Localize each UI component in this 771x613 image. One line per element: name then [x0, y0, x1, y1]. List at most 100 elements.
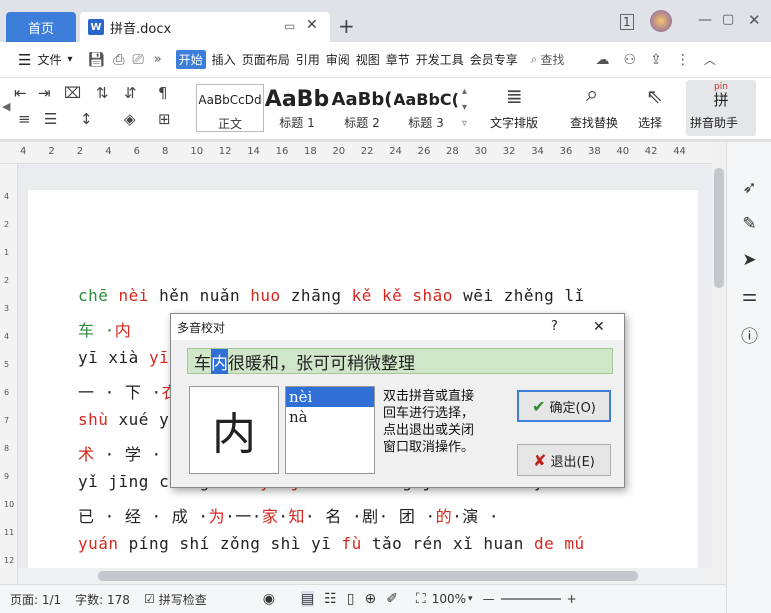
select-cursor-icon[interactable]: ⇖ [646, 84, 663, 108]
document-line[interactable]: 术 · 学 · [78, 441, 162, 465]
exit-button[interactable]: ✘ 退出(E) [517, 444, 611, 476]
menu-home[interactable]: 开始 [175, 50, 206, 69]
more-options-icon[interactable]: ⋮ [676, 52, 690, 68]
cursor-icon[interactable]: ➤ [727, 250, 771, 270]
menu-member[interactable]: 会员专享 [470, 51, 518, 68]
pen-mode-icon[interactable]: ✐ [386, 591, 398, 607]
hamburger-icon[interactable]: ☰ [18, 51, 31, 69]
search-menu[interactable]: 查找 [541, 51, 565, 68]
tab-home[interactable]: 首页 [6, 12, 76, 42]
confirm-button[interactable]: ✔ 确定(O) [517, 390, 611, 422]
menu-insert[interactable]: 插入 [212, 51, 236, 68]
pinyin-options-list[interactable]: nèi nà [285, 386, 375, 474]
document-line[interactable]: yuán píng shí zǒng shì yī fù tǎo rén xǐ … [78, 534, 585, 553]
menu-section[interactable]: 章节 [386, 51, 410, 68]
pinyin-helper-button[interactable]: pin 拼 拼音助手 [686, 80, 756, 136]
sort-icon[interactable]: ⇵ [124, 84, 137, 102]
rocket-icon[interactable]: ➶ [727, 178, 771, 198]
styles-up-icon[interactable]: ▴ [462, 86, 467, 97]
tab-document[interactable]: W 拼音.docx ▭ ✕ [80, 12, 330, 42]
print-icon[interactable]: ⎚ [132, 52, 143, 68]
sliders-icon[interactable]: ⚌ [727, 286, 771, 306]
indent-icon[interactable]: ⇤ [14, 84, 27, 102]
show-marks-icon[interactable]: ¶ [158, 84, 168, 102]
reading-view-icon[interactable]: ▯ [347, 591, 355, 607]
maximize-icon[interactable]: ▢ [722, 12, 734, 27]
horizontal-ruler[interactable]: 4 2 2 4 6 8 10 12 14 16 18 20 22 24 26 28 30 32 34 36 38 40 42… [0, 142, 712, 164]
styles-expand-icon[interactable]: ▿ [462, 118, 467, 129]
zoom-slider[interactable] [500, 598, 561, 600]
align-left-icon[interactable]: ≡ [18, 110, 31, 128]
vertical-scrollbar[interactable] [712, 142, 726, 584]
share-user-icon[interactable]: ⚇ [624, 52, 637, 68]
justify-icon[interactable]: ☰ [44, 110, 57, 128]
document-line[interactable]: shù xué y [78, 410, 169, 429]
document-line[interactable]: 已 · 经 · 成 ·为·一·家·知· 名 ·剧· 团 ·的·演 · [78, 503, 499, 527]
horizontal-scrollbar[interactable] [18, 568, 712, 584]
zoom-level[interactable]: 100% [432, 592, 466, 606]
page-indicator[interactable]: 页面: 1/1 [10, 591, 61, 608]
menu-references[interactable]: 引用 [296, 51, 320, 68]
avatar[interactable] [650, 10, 672, 32]
find-replace-button[interactable]: 查找替换 [570, 114, 618, 131]
share-icon[interactable]: ⇪ [650, 52, 662, 68]
outline-view-icon[interactable]: ☷ [324, 591, 337, 607]
fit-page-icon[interactable]: ⛶ [416, 591, 426, 607]
window-layout-icon[interactable]: 1 [620, 14, 634, 30]
outdent-icon[interactable]: ⇥ [38, 84, 51, 102]
chevron-down-icon[interactable]: ▾ [67, 54, 72, 65]
shading-icon[interactable]: ◈ [124, 110, 136, 128]
zoom-dropdown-icon[interactable]: ▾ [468, 594, 473, 604]
more-chevron-icon[interactable]: » [154, 52, 162, 67]
styles-down-icon[interactable]: ▾ [462, 102, 467, 113]
minimize-icon[interactable]: — [698, 12, 712, 28]
save-icon[interactable]: 💾︎ [88, 52, 106, 68]
menu-file[interactable]: 文件 [37, 51, 61, 68]
select-button[interactable]: 选择 [638, 114, 662, 131]
pinyin-option[interactable]: nà [286, 407, 374, 427]
dialog-close-icon[interactable]: ✕ [593, 319, 605, 335]
find-replace-icon[interactable]: ⌕ [586, 82, 598, 107]
word-count[interactable]: 字数: 178 [75, 591, 130, 608]
menu-review[interactable]: 审阅 [326, 51, 350, 68]
ribbon-scroll-left-icon[interactable]: ◀ [2, 100, 10, 113]
pinyin-option[interactable]: nèi [286, 387, 374, 407]
cloud-sync-icon[interactable]: ☁ [596, 52, 610, 68]
document-line[interactable]: chē nèi hěn nuǎn huo zhāng kě kě shāo wē… [78, 286, 585, 305]
document-line[interactable]: 一 · 下 ·衣 [78, 379, 178, 403]
text-layout-icon[interactable]: ≣ [506, 84, 523, 108]
zoom-out-icon[interactable]: — [483, 592, 495, 606]
spell-check[interactable]: 拼写检查 [159, 591, 207, 608]
menu-developer[interactable]: 开发工具 [416, 51, 464, 68]
document-line[interactable]: 车 ·内 [78, 317, 131, 341]
zoom-in-icon[interactable]: + [567, 592, 577, 606]
eye-icon[interactable]: ◉ [263, 591, 275, 607]
monitor-icon[interactable]: ▭ [284, 19, 295, 33]
pen-icon[interactable]: ✎ [727, 214, 771, 234]
borders-icon[interactable]: ⊞ [158, 110, 171, 128]
clear-format-icon[interactable]: ⌧ [64, 84, 81, 102]
web-view-icon[interactable]: ⊕ [364, 591, 376, 607]
hscroll-thumb[interactable] [98, 571, 638, 581]
line-spacing-icon[interactable]: ↕ [80, 110, 93, 128]
document-line[interactable]: yī xià yī [78, 348, 169, 367]
dialog-help-icon[interactable]: ? [551, 319, 558, 334]
collapse-ribbon-icon[interactable]: ︿ [704, 51, 716, 68]
new-tab-icon[interactable]: + [338, 14, 355, 38]
style-heading-3[interactable]: AaBbC( 标题 3 [394, 84, 458, 132]
page-view-icon[interactable]: ▤ [300, 591, 315, 607]
export-icon[interactable]: ⎙ [113, 52, 124, 68]
menu-view[interactable]: 视图 [356, 51, 380, 68]
vertical-ruler[interactable]: 4212345678910111213 [0, 164, 18, 593]
menu-page-layout[interactable]: 页面布局 [242, 51, 290, 68]
close-window-icon[interactable]: ✕ [748, 11, 761, 29]
style-heading-2[interactable]: AaBb( 标题 2 [330, 84, 394, 132]
search-icon[interactable]: ⌕ [531, 52, 538, 67]
text-direction-icon[interactable]: ⇅ [96, 84, 109, 102]
close-tab-icon[interactable]: ✕ [306, 17, 318, 33]
checkbox-icon[interactable]: ☑ [144, 592, 155, 606]
text-layout-button[interactable]: 文字排版 [490, 114, 538, 131]
style-heading-1[interactable]: AaBb 标题 1 [264, 84, 330, 132]
style-normal[interactable]: AaBbCcDd 正文 [196, 84, 264, 132]
scroll-thumb[interactable] [714, 168, 724, 288]
